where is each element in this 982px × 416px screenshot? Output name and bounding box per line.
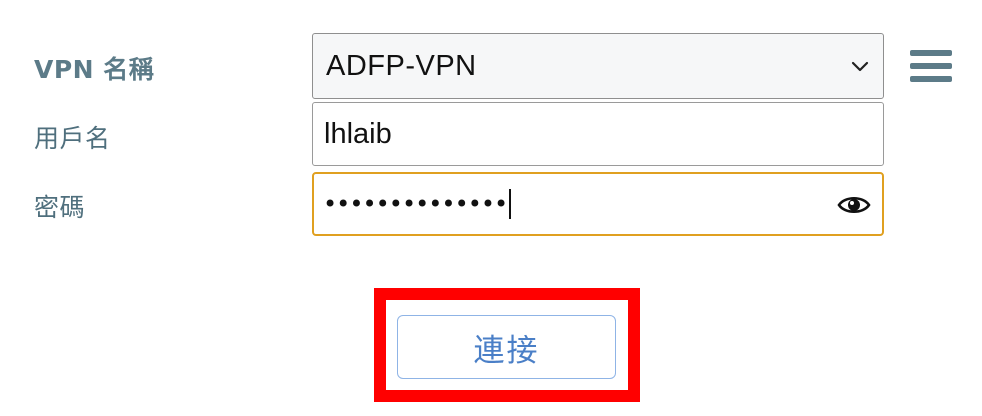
username-field[interactable]: lhlaib (312, 102, 884, 166)
vpn-connect-form: VPN 名稱 用戶名 密碼 ADFP-VPN lhlaib ••••••••••… (0, 0, 982, 416)
password-field[interactable]: •••••••••••••• (312, 172, 884, 236)
vpn-name-selected-value: ADFP-VPN (326, 49, 477, 82)
vpn-name-label: VPN 名稱 (34, 55, 155, 84)
connect-button[interactable]: 連接 (397, 315, 616, 379)
password-masked-value: •••••••••••••• (323, 190, 508, 218)
password-label: 密碼 (34, 193, 86, 222)
hamburger-menu-icon[interactable] (910, 48, 952, 84)
username-value: lhlaib (324, 117, 392, 150)
eye-icon[interactable] (837, 192, 871, 216)
text-cursor (509, 189, 512, 219)
vpn-name-select[interactable]: ADFP-VPN (312, 33, 884, 99)
username-label: 用戶名 (34, 124, 111, 153)
chevron-down-icon (837, 60, 883, 72)
